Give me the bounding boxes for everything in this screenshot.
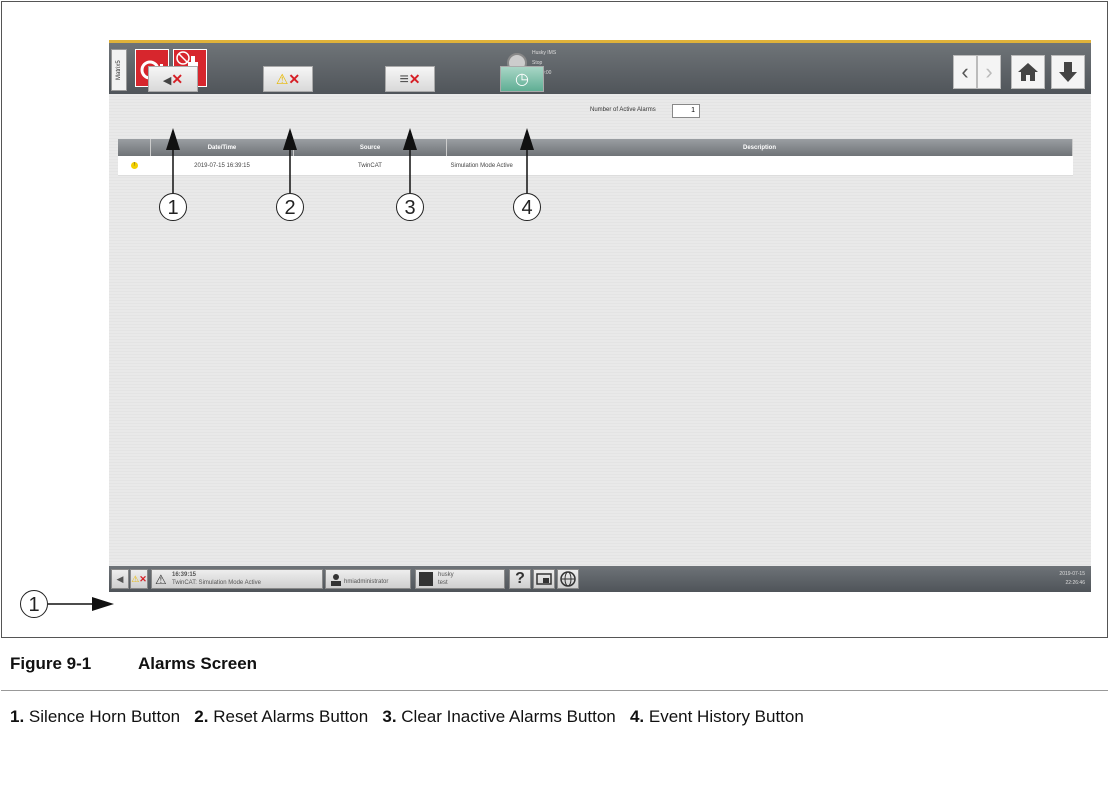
clock-icon: ◷	[515, 71, 529, 88]
legend-text-3: Clear Inactive Alarms Button	[401, 707, 616, 726]
alarm-icon-cell: !	[118, 156, 151, 176]
legend-num-2: 2.	[194, 707, 209, 726]
active-alarms-label: Number of Active Alarms	[590, 107, 656, 113]
header-source[interactable]: Source	[293, 139, 447, 156]
callout-4: 4	[513, 193, 541, 221]
hmi-screen: Matrix5 Husky IMS Stop 00:00:00 °C ‹ ›	[109, 40, 1091, 592]
figure-legend: 1. Silence Horn Button 2. Reset Alarms B…	[10, 703, 1070, 731]
side-tab[interactable]: Matrix5	[111, 49, 127, 91]
alarm-source: TwinCAT	[293, 156, 447, 176]
header-datetime[interactable]: Date/Time	[150, 139, 294, 156]
forward-button[interactable]: ›	[977, 55, 1001, 89]
warning-icon: ⚠	[275, 71, 289, 87]
callout-2: 2	[276, 193, 304, 221]
figure-title: Alarms Screen	[138, 654, 258, 673]
list-icon: ≡	[399, 71, 409, 88]
legend-text-4: Event History Button	[648, 707, 804, 726]
divider	[1, 690, 1108, 691]
reset-alarms-button[interactable]: ⚠✕	[263, 66, 313, 92]
legend-text-2: Reset Alarms Button	[213, 707, 369, 726]
alarms-table: Date/Time Source Description ! 2019-07-1…	[118, 139, 1073, 176]
x-icon: ✕	[408, 71, 421, 87]
table-row[interactable]: ! 2019-07-15 16:39:15 TwinCAT Simulation…	[118, 156, 1073, 176]
top-bar: Matrix5 Husky IMS Stop 00:00:00 °C ‹ ›	[109, 40, 1091, 94]
callout-1: 1	[159, 193, 187, 221]
figure-number: Figure 9-1	[10, 654, 92, 673]
callout-3: 3	[396, 193, 424, 221]
silence-horn-button[interactable]: ◀✕	[148, 66, 198, 92]
header-description[interactable]: Description	[446, 139, 1073, 156]
legend-num-4: 4.	[629, 707, 645, 726]
legend-text-1: Silence Horn Button	[28, 707, 181, 726]
clear-inactive-alarms-button[interactable]: ≡✕	[385, 66, 435, 92]
x-icon: ✕	[288, 71, 301, 87]
figure-caption: Figure 9-1 Alarms Screen	[10, 654, 257, 674]
alarm-datetime: 2019-07-15 16:39:15	[150, 156, 294, 176]
back-button[interactable]: ‹	[953, 55, 977, 89]
legend-num-1: 1.	[10, 707, 25, 726]
menu-down-button[interactable]	[1051, 55, 1085, 89]
alarm-description: Simulation Mode Active	[446, 156, 1073, 176]
home-button[interactable]	[1011, 55, 1045, 89]
header-icon	[118, 139, 151, 156]
warning-dot-icon: !	[130, 162, 138, 169]
x-icon: ✕	[171, 71, 184, 87]
arrow-down-icon	[1059, 62, 1077, 82]
active-alarms-count: 1	[672, 104, 700, 118]
status-line-1: Husky IMS	[532, 50, 557, 56]
home-icon	[1018, 63, 1038, 81]
callout-bottom-1: 1	[20, 590, 48, 618]
event-history-button[interactable]: ◷	[500, 66, 544, 92]
legend-num-3: 3.	[382, 707, 397, 726]
